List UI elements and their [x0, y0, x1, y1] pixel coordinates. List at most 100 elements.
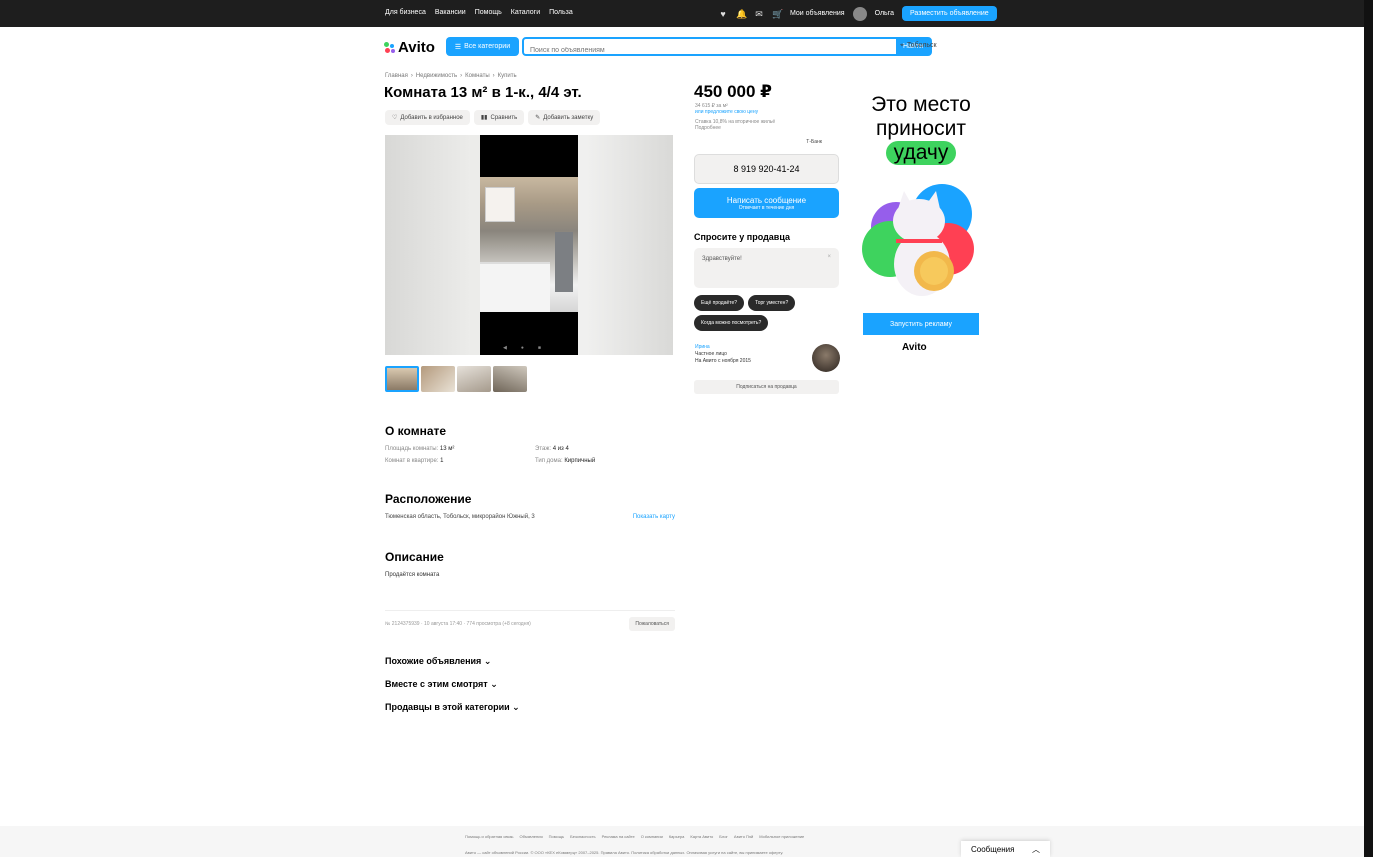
ad-banner[interactable]: Это место приносит удачу Запустить рекла… [862, 93, 980, 363]
photo-phone-frame [480, 135, 578, 355]
show-map-link[interactable]: Показать карту [633, 514, 675, 520]
location-title: Расположение [385, 492, 472, 506]
compare-button[interactable]: ▮▮ Сравнить [473, 110, 525, 125]
footer-link[interactable]: Объявления [520, 834, 543, 839]
viewed-together-toggle[interactable]: Вместе с этим смотрят ⌄ [385, 679, 498, 690]
my-ads-link[interactable]: Мои объявления [790, 10, 845, 17]
param-area: Площадь комнаты: 13 м² [385, 446, 455, 452]
similar-ads-toggle[interactable]: Похожие объявления ⌄ [385, 656, 491, 667]
avito-logo[interactable]: Avito [384, 39, 435, 56]
chevron-up-icon[interactable]: ︿ [1032, 844, 1040, 855]
quick-question-chip[interactable]: Когда можно посмотреть? [694, 315, 769, 331]
show-phone-button[interactable]: 8 919 920-41-24 [694, 154, 839, 184]
quick-question-chip[interactable]: Торг уместен? [748, 295, 796, 311]
footer-link[interactable]: Помощь и обратная связь [465, 834, 514, 839]
city-selector[interactable]: ⌖ Тобольск [900, 42, 937, 50]
footer-link[interactable]: Карьера [669, 834, 685, 839]
clear-icon[interactable]: × [827, 254, 831, 260]
top-navigation-bar: Для бизнеса Вакансии Помощь Каталоги Пол… [0, 0, 1364, 27]
seller-avatar[interactable] [812, 344, 840, 372]
ask-seller-input[interactable]: Здравствуйте! × [694, 248, 839, 288]
footer-link[interactable]: Мобильное приложение [759, 834, 804, 839]
chevron-down-icon: ⌄ [483, 656, 492, 666]
link-jobs[interactable]: Вакансии [435, 9, 466, 16]
all-categories-button[interactable]: ☰ Все категории [446, 37, 519, 56]
photo-fridge [555, 232, 573, 292]
add-favorite-button[interactable]: ♡ Добавить в избранное [385, 110, 470, 125]
breadcrumb: Главная › Недвижимость › Комнаты › Купить [385, 73, 517, 79]
add-note-button[interactable]: ✎ Добавить заметку [528, 110, 601, 125]
room-params: Площадь комнаты: 13 м² Этаж: 4 из 4 Комн… [385, 446, 675, 464]
category-sellers-toggle[interactable]: Продавцы в этой категории ⌄ [385, 702, 520, 713]
footer-link[interactable]: О компании [641, 834, 663, 839]
quick-question-chip[interactable]: Ещё продаёте? [694, 295, 745, 311]
listing-actions: ♡ Добавить в избранное ▮▮ Сравнить ✎ Добави… [385, 110, 601, 125]
write-message-button[interactable]: Написать сообщение Отвечает в течение дн… [694, 188, 839, 218]
description-text: Продаётся комната [385, 572, 440, 578]
site-header: Avito ☰ Все категории Найти ⌖ Тобольск [384, 37, 984, 58]
ask-seller-text: Здравствуйте! [702, 256, 742, 262]
complain-button[interactable]: Пожаловаться [629, 617, 675, 631]
footer: Помощь и обратная связь Объявления Помощ… [0, 826, 1364, 857]
response-time: Отвечает в течение дня [738, 204, 795, 211]
breadcrumb-rooms[interactable]: Комнаты [465, 73, 490, 79]
write-message-label: Написать сообщение [726, 195, 807, 205]
user-avatar[interactable] [852, 6, 867, 21]
photo-thumbnails [385, 366, 527, 392]
city-label: Тобольск [906, 42, 937, 49]
price: 450 000 ₽ [694, 82, 773, 101]
compare-icon: ▮▮ [480, 115, 488, 121]
mortgage-more-link[interactable]: Подробнее [695, 125, 840, 131]
footer-link[interactable]: Блог [719, 834, 728, 839]
param-rooms: Комнат в квартире: 1 [385, 458, 444, 464]
link-benefit[interactable]: Польза [549, 9, 573, 16]
description-title: Описание [385, 550, 444, 564]
top-links: Для бизнеса Вакансии Помощь Каталоги Пол… [385, 9, 573, 16]
breadcrumb-home[interactable]: Главная [385, 73, 408, 79]
photo-cabinet [485, 187, 515, 222]
breadcrumb-realty[interactable]: Недвижимость [416, 73, 457, 79]
kitchen-photo [480, 177, 578, 312]
thumbnail[interactable] [457, 366, 491, 392]
chevron-down-icon: ⌄ [512, 702, 520, 712]
lucky-cat-illustration [862, 184, 974, 296]
heart-outline-icon: ♡ [392, 115, 398, 121]
breadcrumb-buy[interactable]: Купить [498, 73, 517, 79]
user-name[interactable]: Ольга [875, 10, 894, 17]
link-business[interactable]: Для бизнеса [385, 9, 426, 16]
footer-link[interactable]: Реклама на сайте [602, 834, 635, 839]
param-floor: Этаж: 4 из 4 [535, 446, 569, 452]
footer-link[interactable]: Карта Авито [690, 834, 713, 839]
link-catalogs[interactable]: Каталоги [511, 9, 540, 16]
note-icon: ✎ [535, 115, 541, 121]
all-categories-label: Все категории [464, 43, 511, 50]
messenger-widget[interactable]: Сообщения ︿ [961, 841, 1050, 857]
listing-meta: № 2124375939 · 10 августа 17:40 · 774 пр… [385, 610, 675, 631]
thumbnail[interactable] [385, 366, 419, 392]
footer-link[interactable]: Авито Пэй [734, 834, 753, 839]
ad-avito-logo: Avito [902, 342, 927, 353]
window-edge [1364, 0, 1373, 857]
footer-links: Помощь и обратная связь Объявления Помощ… [465, 834, 804, 839]
heart-icon[interactable]: ♥ [718, 9, 728, 19]
listing-info: № 2124375939 · 10 августа 17:40 · 774 пр… [385, 621, 531, 627]
subscribe-button[interactable]: Подписаться на продавца [694, 380, 839, 394]
bank-logo: Т-Банк [806, 139, 822, 145]
cart-icon[interactable]: 🛒 [772, 9, 783, 19]
offer-price-link[interactable]: или предложите свою цену [695, 109, 840, 115]
link-help[interactable]: Помощь [475, 9, 502, 16]
search-input[interactable] [524, 43, 864, 58]
quick-questions: Ещё продаёте? Торг уместен? Когда можно … [694, 295, 839, 331]
logo-text: Avito [398, 39, 435, 56]
thumbnail[interactable] [493, 366, 527, 392]
launch-ad-button[interactable]: Запустить рекламу [863, 313, 979, 335]
main-photo[interactable]: ◀●■ [385, 135, 673, 355]
thumbnail[interactable] [421, 366, 455, 392]
bell-icon[interactable]: 🔔 [736, 9, 747, 19]
menu-icon: ☰ [454, 43, 462, 51]
messenger-label: Сообщения [971, 844, 1015, 854]
chat-icon[interactable]: ✉ [754, 9, 764, 19]
footer-link[interactable]: Помощь [549, 834, 564, 839]
footer-link[interactable]: Безопасность [570, 834, 596, 839]
publish-button[interactable]: Разместить объявление [902, 6, 997, 21]
